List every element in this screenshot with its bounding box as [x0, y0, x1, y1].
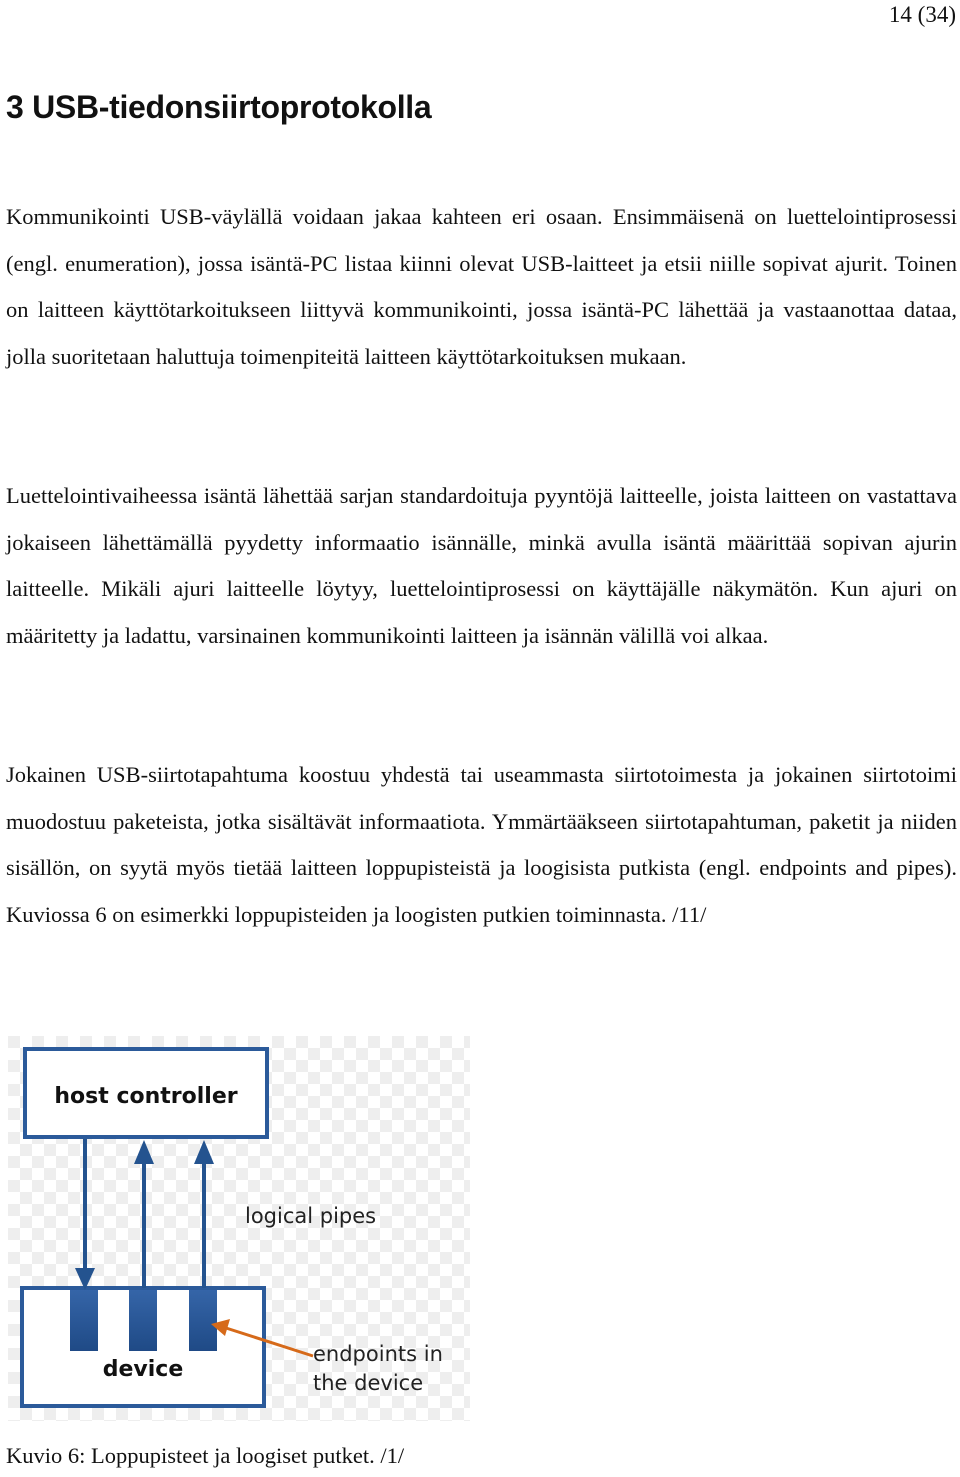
page-number: 14 (34) — [888, 2, 956, 27]
endpoint-2 — [129, 1290, 157, 1351]
section-heading: 3 USB-tiedonsiirtoprotokolla — [6, 89, 432, 125]
host-controller-label: host controller — [54, 1084, 237, 1109]
usb-pipes-diagram: host controller device logical pipes end… — [8, 1036, 470, 1421]
paragraph-3: Jokainen USB-siirtotapahtuma koostuu yhd… — [6, 762, 957, 927]
endpoints-pipes-figure: host controller device logical pipes end… — [8, 1036, 470, 1421]
endpoints-label-line1: endpoints in — [313, 1342, 443, 1366]
device-label: device — [103, 1357, 184, 1382]
endpoints-label-line2: the device — [313, 1371, 423, 1395]
endpoint-3 — [189, 1290, 217, 1351]
endpoint-1 — [70, 1290, 98, 1351]
figure-caption: Kuvio 6: Loppupisteet ja loogiset putket… — [6, 1443, 405, 1468]
logical-pipes-label: logical pipes — [245, 1204, 376, 1228]
paragraph-2: Luettelointivaiheessa isäntä lähettää sa… — [6, 483, 957, 648]
paragraph-1: Kommunikointi USB-väylällä voidaan jakaa… — [6, 204, 957, 369]
